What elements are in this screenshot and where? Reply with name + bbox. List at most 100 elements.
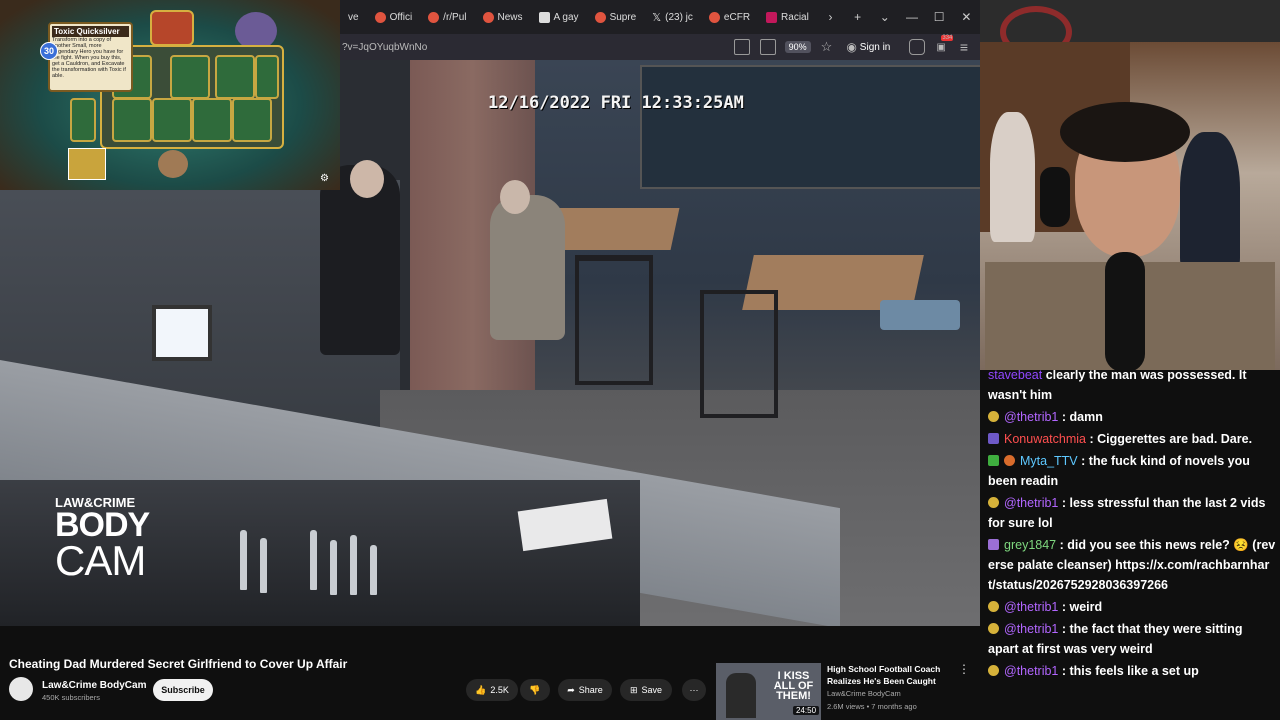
recommended-channel[interactable]: Law&Crime BodyCam <box>827 689 901 698</box>
chat-username[interactable]: @thetrib1 <box>1004 600 1058 614</box>
chat-message: stavebeat clearly the man was possessed.… <box>980 370 1280 406</box>
chat-message: @thetrib1 : the fact that they were sitt… <box>980 618 1280 660</box>
recommended-video-title[interactable]: High School Football Coach Realizes He's… <box>827 663 962 687</box>
chat-username[interactable]: @thetrib1 <box>1004 664 1058 678</box>
channel-name[interactable]: Law&Crime BodyCam <box>42 680 146 691</box>
streamer-webcam <box>980 42 1280 370</box>
video-window <box>640 65 980 189</box>
thumbs-down-icon: 👎 <box>529 685 541 695</box>
screenshot-icon[interactable] <box>733 39 750 55</box>
video-bottle <box>240 530 247 590</box>
background-person <box>990 112 1035 242</box>
tab-label: eCFR <box>723 11 751 23</box>
background-person <box>1180 132 1240 272</box>
card-title: Toxic Quicksilver <box>52 26 129 37</box>
video-chair <box>575 255 653 385</box>
thumbnail-person <box>726 673 756 718</box>
dislike-button[interactable]: 👎 <box>520 679 550 701</box>
minion-card[interactable] <box>215 55 255 99</box>
subscribe-button[interactable]: Subscribe <box>153 679 213 701</box>
minion-card[interactable] <box>152 98 192 142</box>
chat-username[interactable]: Myta_TTV <box>1020 454 1078 468</box>
site-icon <box>766 11 778 23</box>
browser-tab[interactable]: News <box>475 0 531 34</box>
minion-card[interactable] <box>232 98 272 142</box>
spell-card[interactable] <box>68 148 106 180</box>
video-monitor <box>152 305 212 361</box>
tooltip-card: Toxic Quicksilver Transform into a copy … <box>48 22 133 92</box>
reader-view-icon[interactable] <box>759 39 776 55</box>
settings-gear-icon[interactable]: ⚙ <box>320 173 329 184</box>
browser-tab[interactable]: Supre <box>587 0 645 34</box>
playlist-add-icon: ⊞ <box>629 685 638 695</box>
more-actions-button[interactable]: ··· <box>682 679 706 701</box>
video-duration: 24:50 <box>793 706 820 715</box>
browser-tab[interactable]: ve <box>340 0 367 34</box>
video-person-head <box>350 160 384 198</box>
video-bottle <box>370 545 377 595</box>
minion-card[interactable] <box>192 98 232 142</box>
video-bottle <box>350 535 357 595</box>
browser-tab[interactable]: /r/Pul <box>420 0 474 34</box>
coin-badge-icon <box>988 665 999 676</box>
browser-tab[interactable]: A gay <box>531 0 587 34</box>
video-bottle <box>260 538 267 593</box>
chat-message: @thetrib1 : this feels like a set up <box>980 660 1280 682</box>
zoom-level[interactable]: 90% <box>784 41 811 53</box>
chat-message: Konuwatchmia : Ciggerettes are bad. Dare… <box>980 428 1280 450</box>
minimize-icon[interactable]: — <box>898 10 925 24</box>
minion-card[interactable] <box>70 98 96 142</box>
tab-scroll-chevron-icon[interactable]: › <box>817 10 844 24</box>
notifications-icon[interactable]: ▣ 334 <box>936 34 954 53</box>
browser-tab[interactable]: Offici <box>367 0 421 34</box>
share-button[interactable]: ➦ Share <box>558 679 612 701</box>
reddit-icon <box>482 11 494 23</box>
save-button[interactable]: ⊞ Save <box>620 679 672 701</box>
bookmark-star-icon[interactable]: ☆ <box>821 39 833 55</box>
browser-tab-bar: ve Offici /r/Pul News A gay Supre 𝕏 (23) … <box>340 0 980 34</box>
chat-username[interactable]: @thetrib1 <box>1004 622 1058 636</box>
game-overlay: ⚙ Toxic Quicksilver Transform into a cop… <box>0 0 340 190</box>
chat-username[interactable]: @thetrib1 <box>1004 410 1058 424</box>
cctv-timestamp: 12/16/2022 FRI 12:33:25AM <box>488 93 744 113</box>
browser-tab[interactable]: Racial <box>758 0 817 34</box>
chat-username[interactable]: @thetrib1 <box>1004 496 1058 510</box>
sign-in-button[interactable]: Sign in <box>860 42 891 53</box>
extensions-icon[interactable] <box>909 39 926 55</box>
video-person <box>490 195 565 340</box>
tab-list-chevron-down-icon[interactable]: ⌄ <box>871 10 898 24</box>
card-text: Transform into a copy of another Small, … <box>52 37 126 79</box>
video-bottle <box>310 530 317 590</box>
chat-message: @thetrib1 : less stressful than the last… <box>980 492 1280 534</box>
opponent-portrait <box>158 150 188 178</box>
webcam-top-bar <box>980 0 1280 58</box>
minion-card[interactable] <box>255 55 279 99</box>
channel-avatar[interactable] <box>9 677 33 701</box>
share-icon: ➦ <box>567 685 575 695</box>
video-bottle <box>330 540 337 595</box>
save-label: Save <box>641 685 663 695</box>
reddit-icon <box>374 11 386 23</box>
menu-icon[interactable]: ≡ <box>960 39 968 55</box>
chat-username[interactable]: Konuwatchmia <box>1004 432 1086 446</box>
chat-message: @thetrib1 : weird <box>980 596 1280 618</box>
kebab-menu-icon[interactable]: ⋮ <box>958 662 970 676</box>
new-tab-button[interactable]: + <box>844 10 871 24</box>
treasure-chest-icon <box>150 10 194 46</box>
headphones-icon <box>1040 167 1070 227</box>
tab-label: /r/Pul <box>443 11 467 23</box>
close-icon[interactable]: ✕ <box>953 10 980 24</box>
browser-tab[interactable]: eCFR <box>701 0 758 34</box>
chat-username[interactable]: grey1847 <box>1004 538 1056 552</box>
maximize-icon[interactable]: ☐ <box>926 10 953 24</box>
like-button[interactable]: 👍 2.5K <box>466 679 518 701</box>
microphone-icon <box>1105 252 1145 370</box>
minion-card[interactable] <box>170 55 210 99</box>
chat-username: stavebeat <box>988 370 1043 382</box>
x-icon: 𝕏 <box>652 11 662 24</box>
url-bar: ?v=JqOYuqbWnNo 90% ☆ ◉ Sign in ▣ 334 ≡ <box>340 34 980 60</box>
browser-tab[interactable]: 𝕏 (23) jc <box>644 0 701 34</box>
minion-card[interactable] <box>112 98 152 142</box>
url-input[interactable]: ?v=JqOYuqbWnNo <box>340 42 729 53</box>
watermark-cam: CAM <box>55 537 146 584</box>
